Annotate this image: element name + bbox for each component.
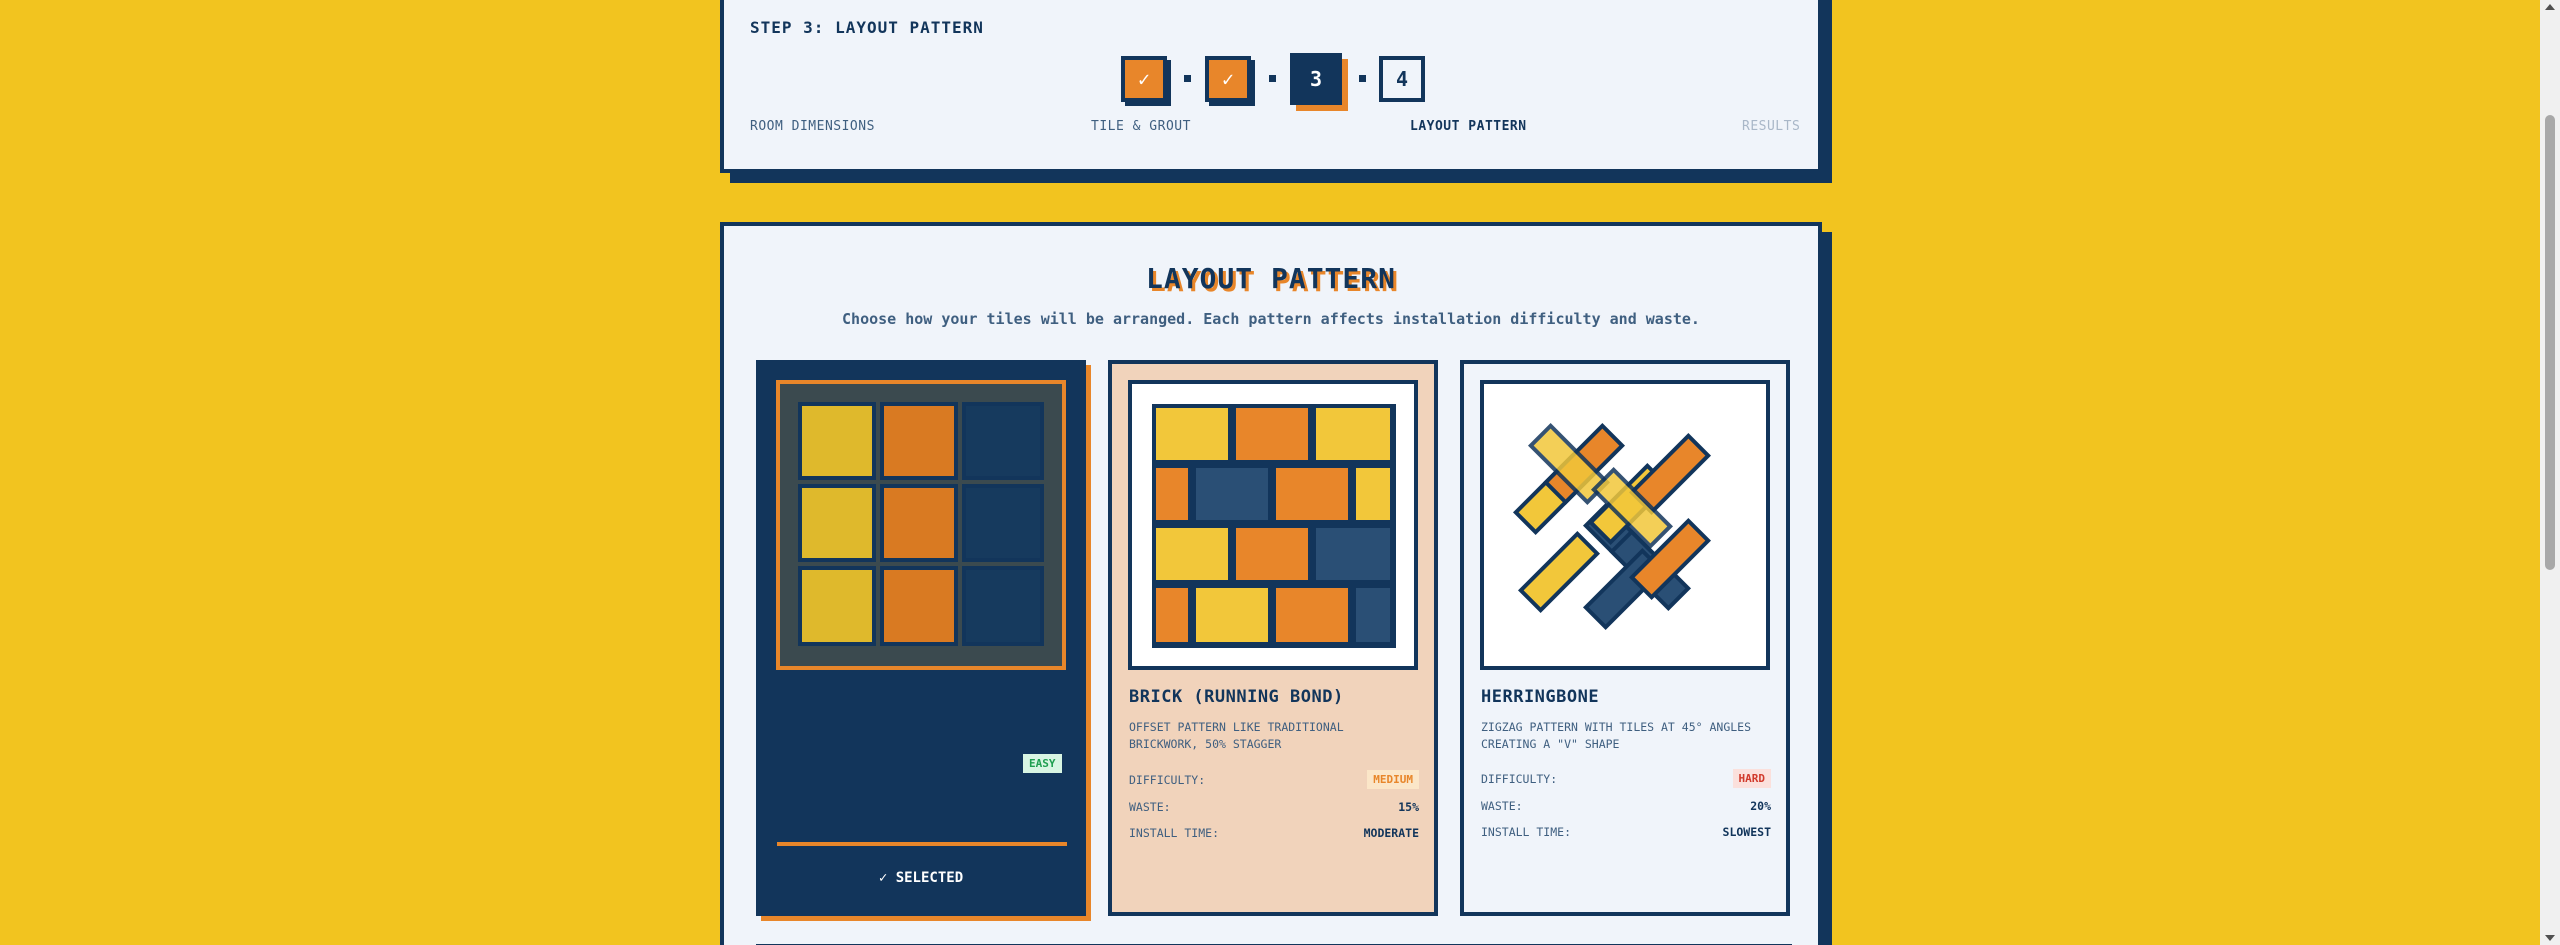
pattern-name: BRICK (RUNNING BOND) bbox=[1129, 687, 1344, 707]
page-subtitle: Choose how your tiles will be arranged. … bbox=[842, 310, 1700, 328]
step-separator bbox=[1184, 75, 1191, 82]
pattern-option-herringbone[interactable]: HERRINGBONE ZIGZAG PATTERN WITH TILES AT… bbox=[1460, 360, 1790, 916]
difficulty-label: DIFFICULTY: bbox=[1481, 771, 1558, 786]
difficulty-badge-easy: EASY bbox=[1023, 754, 1062, 773]
step-separator bbox=[1359, 75, 1366, 82]
difficulty-label: DIFFICULTY: bbox=[1129, 772, 1206, 787]
brick-pattern-preview bbox=[1128, 380, 1418, 670]
waste-label: WASTE: bbox=[1129, 800, 1171, 814]
grid-pattern-preview bbox=[776, 380, 1066, 670]
install-time-value: SLOWEST bbox=[1722, 825, 1771, 839]
difficulty-row: DIFFICULTY: MEDIUM bbox=[1129, 770, 1419, 789]
selected-divider bbox=[777, 842, 1067, 846]
scrollbar-thumb[interactable] bbox=[2545, 115, 2555, 570]
pattern-description: ZIGZAG PATTERN WITH TILES AT 45° ANGLES … bbox=[1481, 720, 1752, 751]
page-title: LAYOUT PATTERN bbox=[1145, 262, 1396, 295]
scrollbar[interactable] bbox=[2540, 0, 2560, 945]
difficulty-row: DIFFICULTY: HARD bbox=[1481, 769, 1771, 788]
brick-pattern-icon bbox=[1152, 404, 1396, 648]
selected-indicator: ✓ SELECTED bbox=[878, 870, 964, 886]
step-title: STEP 3: LAYOUT PATTERN bbox=[750, 18, 984, 37]
step-1-indicator[interactable]: ✓ bbox=[1121, 56, 1167, 102]
scroll-up-icon[interactable] bbox=[2545, 4, 2555, 10]
step-label-layout-pattern[interactable]: LAYOUT PATTERN bbox=[1410, 119, 1527, 134]
install-time-label: INSTALL TIME: bbox=[1129, 826, 1220, 840]
install-time-row: INSTALL TIME: MODERATE bbox=[1129, 826, 1419, 840]
install-time-value: MODERATE bbox=[1363, 826, 1419, 840]
step-4-indicator[interactable]: 4 bbox=[1379, 56, 1425, 102]
pattern-option-grid[interactable]: EASY ✓ SELECTED bbox=[756, 360, 1086, 916]
step-2-indicator[interactable]: ✓ bbox=[1205, 56, 1251, 102]
pattern-description: OFFSET PATTERN LIKE TRADITIONAL BRICKWOR… bbox=[1129, 720, 1344, 751]
waste-row: WASTE: 15% bbox=[1129, 800, 1419, 814]
scroll-down-icon[interactable] bbox=[2545, 935, 2555, 941]
herringbone-pattern-icon bbox=[1512, 422, 1712, 631]
herringbone-pattern-preview bbox=[1480, 380, 1770, 670]
install-time-row: INSTALL TIME: SLOWEST bbox=[1481, 825, 1771, 839]
step-separator bbox=[1269, 75, 1276, 82]
grid-pattern-icon bbox=[798, 402, 1044, 646]
difficulty-badge-hard: HARD bbox=[1732, 769, 1771, 788]
step-3-indicator[interactable]: 3 bbox=[1290, 53, 1342, 105]
pattern-name: HERRINGBONE bbox=[1481, 687, 1600, 707]
pattern-option-brick[interactable]: BRICK (RUNNING BOND) OFFSET PATTERN LIKE… bbox=[1108, 360, 1438, 916]
waste-value: 20% bbox=[1750, 799, 1771, 813]
difficulty-badge-medium: MEDIUM bbox=[1367, 770, 1419, 789]
step-label-tile-grout[interactable]: TILE & GROUT bbox=[1091, 119, 1191, 134]
install-time-label: INSTALL TIME: bbox=[1481, 825, 1572, 839]
waste-value: 15% bbox=[1398, 800, 1419, 814]
step-label-room-dimensions[interactable]: ROOM DIMENSIONS bbox=[750, 119, 875, 134]
waste-row: WASTE: 20% bbox=[1481, 799, 1771, 813]
step-label-results: RESULTS bbox=[1742, 119, 1801, 134]
stepper-card: STEP 3: LAYOUT PATTERN ✓ ✓ 3 4 ROOM DIME… bbox=[720, 0, 1822, 173]
waste-label: WASTE: bbox=[1481, 799, 1523, 813]
layout-pattern-card: LAYOUT PATTERN Choose how your tiles wil… bbox=[720, 222, 1822, 945]
